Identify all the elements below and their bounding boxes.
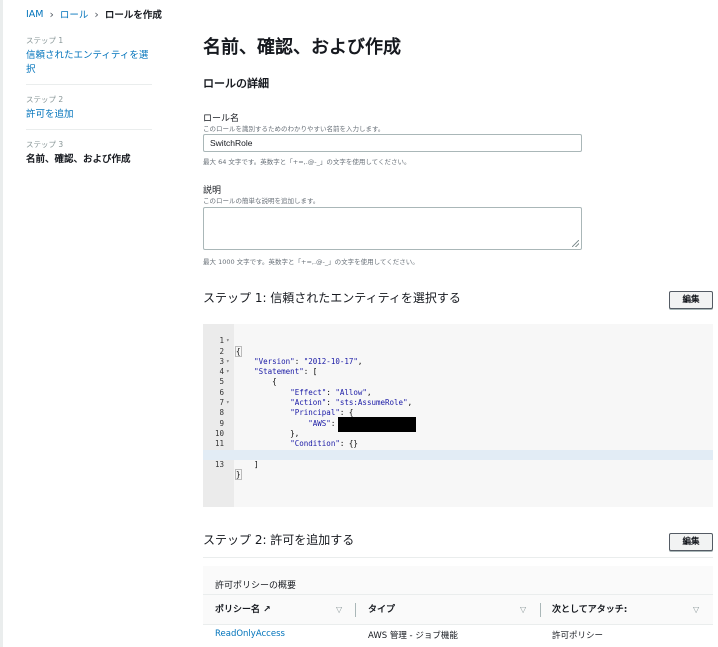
code-line: 2 "Version": "2012-10-17", [219, 346, 363, 366]
sort-caret-icon: ▽ [336, 605, 343, 614]
step1-edit-button[interactable]: 編集 [669, 291, 713, 309]
policy-attached-as: 許可ポリシー [552, 631, 604, 641]
description-constraint: 最大 1000 文字です。英数字と「+=,.@-_」の文字を使用してください。 [203, 258, 419, 266]
panel-header: 許可ポリシーの概要 [203, 566, 713, 595]
policy-type: AWS 管理 - ジョブ機能 [368, 631, 458, 641]
sort-caret-icon: ▽ [520, 605, 527, 614]
step-3: ステップ 3 名前、確認、および作成 [26, 139, 152, 174]
step-number: ステップ 3 [26, 140, 64, 149]
policy-name-link[interactable]: ReadOnlyAccess [215, 629, 285, 639]
role-details-heading: ロールの詳細 [203, 77, 269, 90]
permissions-summary-panel: 許可ポリシーの概要 ポリシー名 ↗ ▽ タイプ ▽ 次としてアタッチ: ▽ Re… [203, 557, 713, 647]
chevron-right-icon: › [94, 7, 99, 21]
role-name-constraint: 最大 64 文字です。英数字と「+=,.@-_」の文字を使用してください。 [203, 158, 411, 166]
code-line: 1 ▾ { [219, 336, 242, 357]
breadcrumb-iam-link[interactable]: IAM [26, 9, 44, 20]
step2-heading: ステップ 2: 許可を追加する [203, 533, 355, 547]
chevron-right-icon: › [49, 7, 54, 21]
code-line: 3 ▾ "Statement": [ [219, 356, 318, 377]
column-attached-as[interactable]: 次としてアタッチ: ▽ [552, 595, 707, 625]
step-1-link[interactable]: 信頼されたエンティティを選択 [26, 47, 152, 75]
code-line: 5 "Effect": "Allow", [219, 377, 372, 397]
code-line: 10 "Condition": {} [214, 428, 358, 449]
code-line: 9 }, [219, 418, 300, 438]
code-line: 12 ] [215, 450, 259, 469]
code-line: 4 ▾ { [219, 367, 277, 387]
code-line: 11 } [214, 439, 277, 458]
column-divider [540, 603, 541, 617]
column-divider [355, 603, 356, 617]
sort-caret-icon: ▽ [693, 605, 700, 614]
step-2-link[interactable]: 許可を追加 [26, 106, 152, 120]
description-textarea[interactable] [203, 207, 582, 250]
column-policy-name[interactable]: ポリシー名 ↗ ▽ [215, 595, 345, 625]
code-line: 8 "AWS": [203, 398, 713, 432]
step-1: ステップ 1 信頼されたエンティティを選択 [26, 35, 152, 85]
trust-policy-editor[interactable]: 1 ▾ { 2 "Version": "2012-10-17", 3 ▾ "Stat… [203, 324, 713, 507]
wizard-steps: ステップ 1 信頼されたエンティティを選択 ステップ 2 許可を追加 ステップ … [26, 35, 152, 183]
role-name-hint: このロールを識別するためのわかりやすい名前を入力します。 [203, 125, 385, 133]
code-line: 7 ▾ "Principal": { [219, 398, 354, 418]
resize-handle-icon[interactable] [572, 240, 579, 247]
column-type[interactable]: タイプ ▽ [368, 595, 528, 625]
step-number: ステップ 2 [26, 95, 64, 104]
left-edge [0, 0, 3, 647]
page-title: 名前、確認、および作成 [203, 37, 401, 58]
step-number: ステップ 1 [26, 36, 64, 45]
role-name-input[interactable] [203, 134, 582, 152]
step-3-current: 名前、確認、および作成 [26, 154, 131, 165]
step1-heading: ステップ 1: 信頼されたエンティティを選択する [203, 291, 461, 305]
table-header: ポリシー名 ↗ ▽ タイプ ▽ 次としてアタッチ: ▽ [203, 595, 713, 625]
description-hint: このロールの簡単な説明を追加します。 [203, 197, 320, 205]
code-line-active: 13 } [203, 449, 713, 481]
step2-edit-button[interactable]: 編集 [669, 533, 713, 551]
permissions-summary-title: 許可ポリシーの概要 [215, 581, 297, 591]
breadcrumb-roles-link[interactable]: ロール [60, 7, 89, 21]
code-line: 6 "Action": "sts:AssumeRole", [219, 387, 413, 408]
step-2: ステップ 2 許可を追加 [26, 94, 152, 130]
breadcrumb-current: ロールを作成 [104, 10, 162, 21]
breadcrumb: IAM › ロール › ロールを作成 [26, 7, 162, 22]
